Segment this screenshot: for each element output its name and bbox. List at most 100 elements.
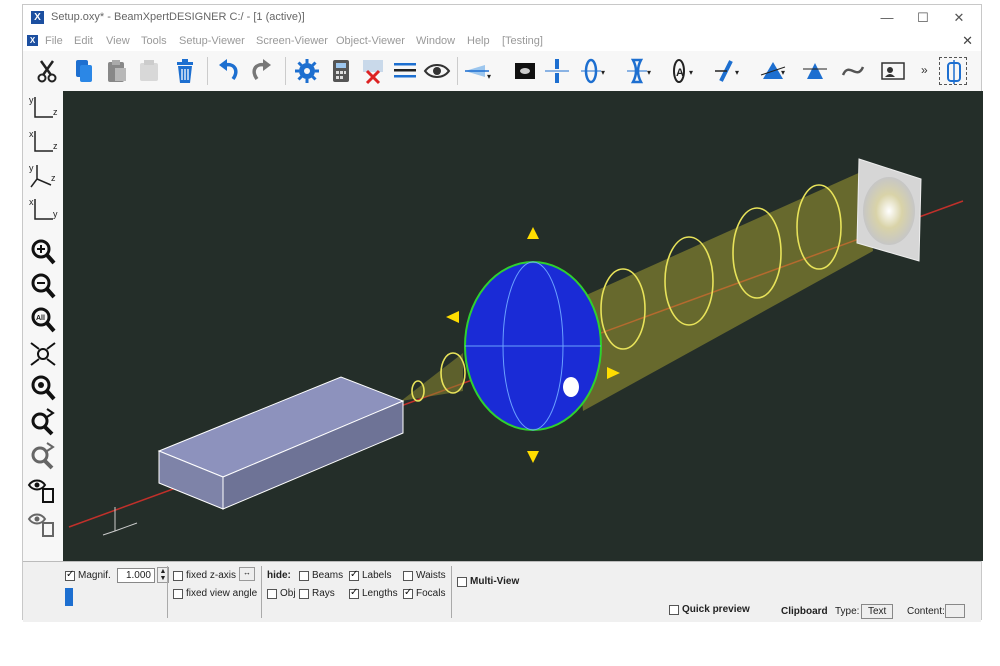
multi-view-icon[interactable]	[939, 57, 967, 85]
panel-separator	[451, 566, 452, 618]
settings-icon[interactable]	[293, 57, 321, 85]
filter-icon[interactable]	[801, 57, 829, 85]
clipboard-content-label: Content:	[907, 606, 945, 617]
lengths-label: Lengths	[362, 588, 398, 599]
app-window: X Setup.oxy* - BeamXpertDESIGNER C:/ - […	[22, 4, 983, 622]
clipboard-type-select[interactable]: Text	[861, 604, 894, 619]
menu-object-viewer[interactable]: Object-Viewer	[336, 35, 405, 47]
view-xy-button[interactable]: xy	[27, 195, 59, 225]
lens-concave-icon[interactable]: ▾	[625, 57, 653, 85]
lines-icon[interactable]	[391, 57, 419, 85]
sensor-icon[interactable]	[511, 57, 539, 85]
show-objects-icon[interactable]	[27, 475, 59, 505]
svg-text:▾: ▾	[647, 68, 651, 77]
minimize-button[interactable]: —	[869, 7, 905, 29]
view-xz-button[interactable]: xz	[27, 127, 59, 157]
focals-checkbox[interactable]: Focals	[403, 587, 445, 599]
hide-label: hide:	[267, 570, 291, 581]
axis-z-label: z	[51, 173, 56, 183]
rays-checkbox[interactable]: Rays	[299, 588, 335, 599]
magnif-slider[interactable]	[65, 588, 73, 606]
beam-cone-input	[401, 353, 463, 401]
lens-aspheric-icon[interactable]: A ▾	[667, 57, 695, 85]
quick-preview-checkbox[interactable]: Quick preview	[669, 604, 750, 615]
search-rotate-icon[interactable]	[27, 441, 59, 471]
axis-x-label: x	[29, 197, 34, 207]
show-copy-icon[interactable]	[27, 509, 59, 539]
calculator-icon[interactable]	[327, 57, 355, 85]
menu-bar: X File Edit View Tools Setup-Viewer Scre…	[23, 31, 981, 51]
main-toolbar: ▾ ▾ ▾ A ▾ ▾ ▾ »	[23, 51, 981, 92]
axis-y-label: y	[29, 95, 34, 105]
beams-checkbox[interactable]: Beams	[299, 570, 343, 581]
zoom-fit-icon[interactable]	[27, 339, 59, 369]
zoom-out-icon[interactable]	[27, 271, 59, 301]
mirror-icon[interactable]: ▾	[713, 57, 741, 85]
rays-label: Rays	[312, 588, 335, 599]
cut-icon[interactable]	[33, 57, 61, 85]
clipboard-content-box[interactable]	[945, 604, 965, 618]
labels-checkbox[interactable]: Labels	[349, 569, 392, 581]
zoom-all-icon[interactable]: All	[27, 305, 59, 335]
view-yz-button[interactable]: yz	[27, 93, 59, 123]
labels-label: Labels	[362, 570, 392, 581]
axis-y-label: y	[53, 209, 58, 219]
info-card-icon[interactable]	[879, 57, 907, 85]
beam-source-icon[interactable]: ▾	[463, 57, 491, 85]
svg-text:All: All	[36, 315, 45, 322]
mdi-close-button[interactable]: ✕	[962, 33, 973, 49]
lens-convex-icon[interactable]: ▾	[579, 57, 607, 85]
fixed-view-angle-checkbox[interactable]: fixed view angle	[173, 588, 257, 599]
multi-view-checkbox[interactable]: Multi-View	[457, 576, 519, 587]
origin-axes	[102, 507, 138, 536]
zoom-object-icon[interactable]	[27, 373, 59, 403]
close-button[interactable]: ✕	[941, 7, 977, 29]
svg-text:A: A	[676, 67, 684, 79]
magnif-input[interactable]: 1.000	[117, 568, 155, 583]
toolbar-separator	[285, 57, 286, 85]
paste-icon[interactable]	[103, 57, 131, 85]
fixed-z-axis-checkbox[interactable]: fixed z-axis	[173, 570, 236, 581]
menu-testing[interactable]: [Testing]	[502, 35, 543, 47]
menu-file[interactable]: File	[45, 35, 63, 47]
waists-checkbox[interactable]: Waists	[403, 570, 446, 581]
menu-logo-icon: X	[27, 35, 38, 46]
setup-3d-viewport[interactable]	[63, 91, 983, 561]
app-logo-icon: X	[31, 11, 44, 24]
menu-tools[interactable]: Tools	[141, 35, 167, 47]
paste-special-icon[interactable]	[135, 57, 163, 85]
panel-separator	[261, 566, 262, 618]
z-axis-button[interactable]: ↔	[239, 567, 255, 581]
svg-text:▾: ▾	[735, 68, 739, 77]
redo-icon[interactable]	[247, 57, 275, 85]
menu-view[interactable]: View	[106, 35, 130, 47]
menu-screen-viewer[interactable]: Screen-Viewer	[256, 35, 328, 47]
menu-setup-viewer[interactable]: Setup-Viewer	[179, 35, 245, 47]
axis-z-label: z	[53, 107, 58, 117]
aperture-icon[interactable]	[543, 57, 571, 85]
zoom-in-icon[interactable]	[27, 237, 59, 267]
fixed-view-angle-label: fixed view angle	[186, 588, 258, 599]
menu-edit[interactable]: Edit	[74, 35, 93, 47]
magnif-checkbox[interactable]: Magnif.	[65, 569, 111, 581]
eye-view-icon[interactable]	[423, 57, 451, 85]
beam-spot	[863, 177, 915, 245]
lens-handle[interactable]	[563, 377, 579, 397]
menu-help[interactable]: Help	[467, 35, 490, 47]
waists-label: Waists	[416, 570, 446, 581]
beam-error-icon[interactable]	[359, 57, 387, 85]
delete-icon[interactable]	[171, 57, 199, 85]
magnif-check[interactable]	[65, 569, 75, 581]
copy-icon[interactable]	[69, 57, 97, 85]
toolbar-overflow-button[interactable]: »	[921, 63, 928, 77]
rotate-icon[interactable]	[27, 407, 59, 437]
fiber-icon[interactable]	[839, 57, 867, 85]
axis-z-label: z	[53, 141, 58, 151]
undo-icon[interactable]	[215, 57, 243, 85]
maximize-button[interactable]: ☐	[905, 7, 941, 29]
view-xyz-button[interactable]: yz	[27, 161, 59, 191]
menu-window[interactable]: Window	[416, 35, 455, 47]
obj-checkbox[interactable]: Obj	[267, 588, 296, 599]
lengths-checkbox[interactable]: Lengths	[349, 587, 398, 599]
prism-icon[interactable]: ▾	[759, 57, 787, 85]
